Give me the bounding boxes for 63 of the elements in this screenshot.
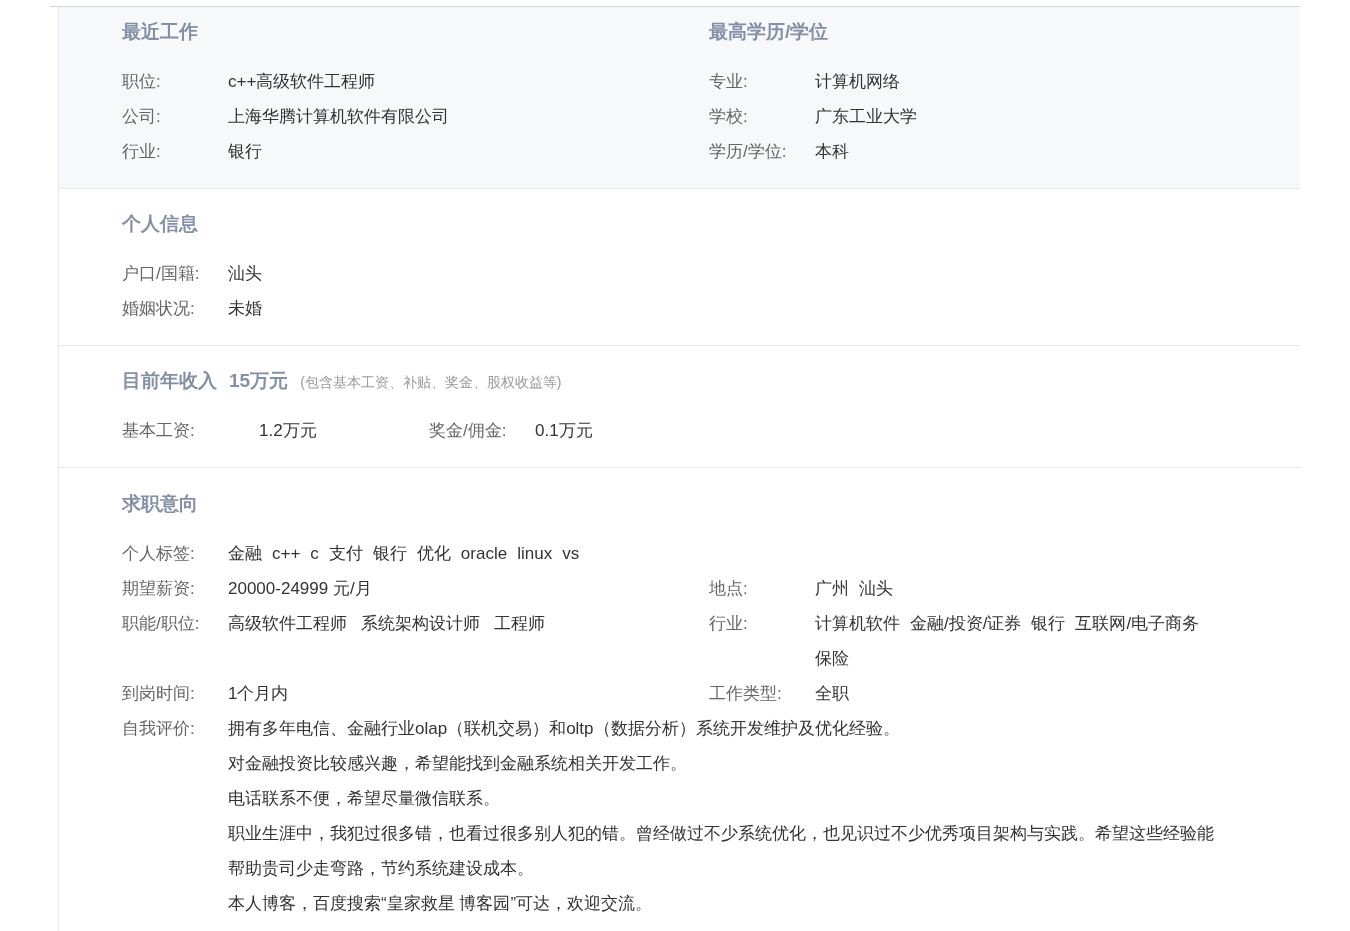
field-value: 1个月内 (228, 683, 289, 705)
field-label: 行业: (122, 141, 162, 163)
field-label: 工作类型: (709, 683, 783, 705)
tag: c++ (272, 536, 301, 571)
field-value: 全职 (815, 683, 849, 705)
self-evaluation-line: 帮助贵司少走弯路，节约系统建设成本。 (228, 858, 535, 880)
field-label: 婚姻状况: (122, 298, 196, 320)
field-label: 自我评价: (122, 718, 196, 740)
tag: oracle (460, 536, 508, 571)
tag: 银行 (372, 536, 407, 571)
section-title: 目前年收入 (122, 369, 217, 393)
field-label: 行业: (709, 613, 749, 635)
self-evaluation-line: 拥有多年电信、金融行业olap（联机交易）和oltp（数据分析）系统开发维护及优化经验。 (228, 718, 901, 740)
position-item: 系统架构设计师 (361, 613, 480, 635)
field-label: 个人标签: (122, 543, 196, 565)
self-evaluation-line: 电话联系不便，希望尽量微信联系。 (228, 788, 501, 810)
field-label: 学历/学位: (709, 141, 788, 163)
industry-item: 互联网/电子商务 (1075, 613, 1200, 635)
field-value: 汕头 (228, 263, 262, 285)
field-label: 学校: (709, 106, 749, 128)
field-label: 期望薪资: (122, 578, 196, 600)
tag: 支付 (328, 536, 363, 571)
self-evaluation-line: 职业生涯中，我犯过很多错，也看过很多别人犯的错。曾经做过不少系统优化，也见识过不少优秀项目架构与实践。希望这些经验能 (228, 823, 1214, 845)
field-label: 奖金/佣金: (429, 420, 508, 442)
field-value: 上海华腾计算机软件有限公司 (228, 106, 449, 128)
industry-item: 计算机软件 (815, 613, 900, 635)
location-item: 汕头 (859, 578, 893, 600)
income-note: (包含基本工资、补贴、奖金、股权收益等) (300, 373, 562, 392)
field-label: 职位: (122, 71, 162, 93)
tag: c (310, 536, 319, 571)
field-value: 计算机网络 (815, 71, 900, 93)
tag: vs (562, 536, 580, 571)
tag: 优化 (416, 536, 451, 571)
field-value: c++高级软件工程师 (228, 71, 376, 93)
field-value: 本科 (815, 141, 849, 163)
section-title: 最近工作 (122, 20, 199, 44)
field-label: 基本工资: (122, 420, 196, 442)
industry-item: 银行 (1031, 613, 1066, 635)
section-title: 最高学历/学位 (709, 20, 830, 44)
field-label: 专业: (709, 71, 749, 93)
section-title: 个人信息 (122, 212, 199, 236)
location-item: 广州 (815, 578, 849, 600)
field-label: 到岗时间: (122, 683, 196, 705)
field-label: 户口/国籍: (122, 263, 201, 285)
field-value: 1.2万元 (259, 420, 317, 442)
position-item: 高级软件工程师 (228, 613, 347, 635)
self-evaluation-line: 对金融投资比较感兴趣，希望能找到金融系统相关开发工作。 (228, 753, 688, 775)
tag: linux (517, 536, 553, 571)
field-label: 职能/职位: (122, 613, 201, 635)
field-value: 20000-24999 元/月 (228, 578, 372, 600)
field-label: 地点: (709, 578, 749, 600)
tag: 金融 (228, 536, 262, 571)
field-value: 未婚 (228, 298, 262, 320)
position-item: 工程师 (494, 613, 545, 635)
section-title: 求职意向 (122, 492, 199, 516)
industry-item: 保险 (815, 648, 849, 670)
field-value: 广东工业大学 (815, 106, 917, 128)
industry-item: 金融/投资/证券 (910, 613, 1022, 635)
field-value: 银行 (228, 141, 262, 163)
field-label: 公司: (122, 106, 162, 128)
field-value: 0.1万元 (535, 420, 593, 442)
income-amount: 15万元 (229, 369, 289, 393)
self-evaluation-line: 本人博客，百度搜索“皇家救星 博客园”可达，欢迎交流。 (228, 893, 654, 915)
